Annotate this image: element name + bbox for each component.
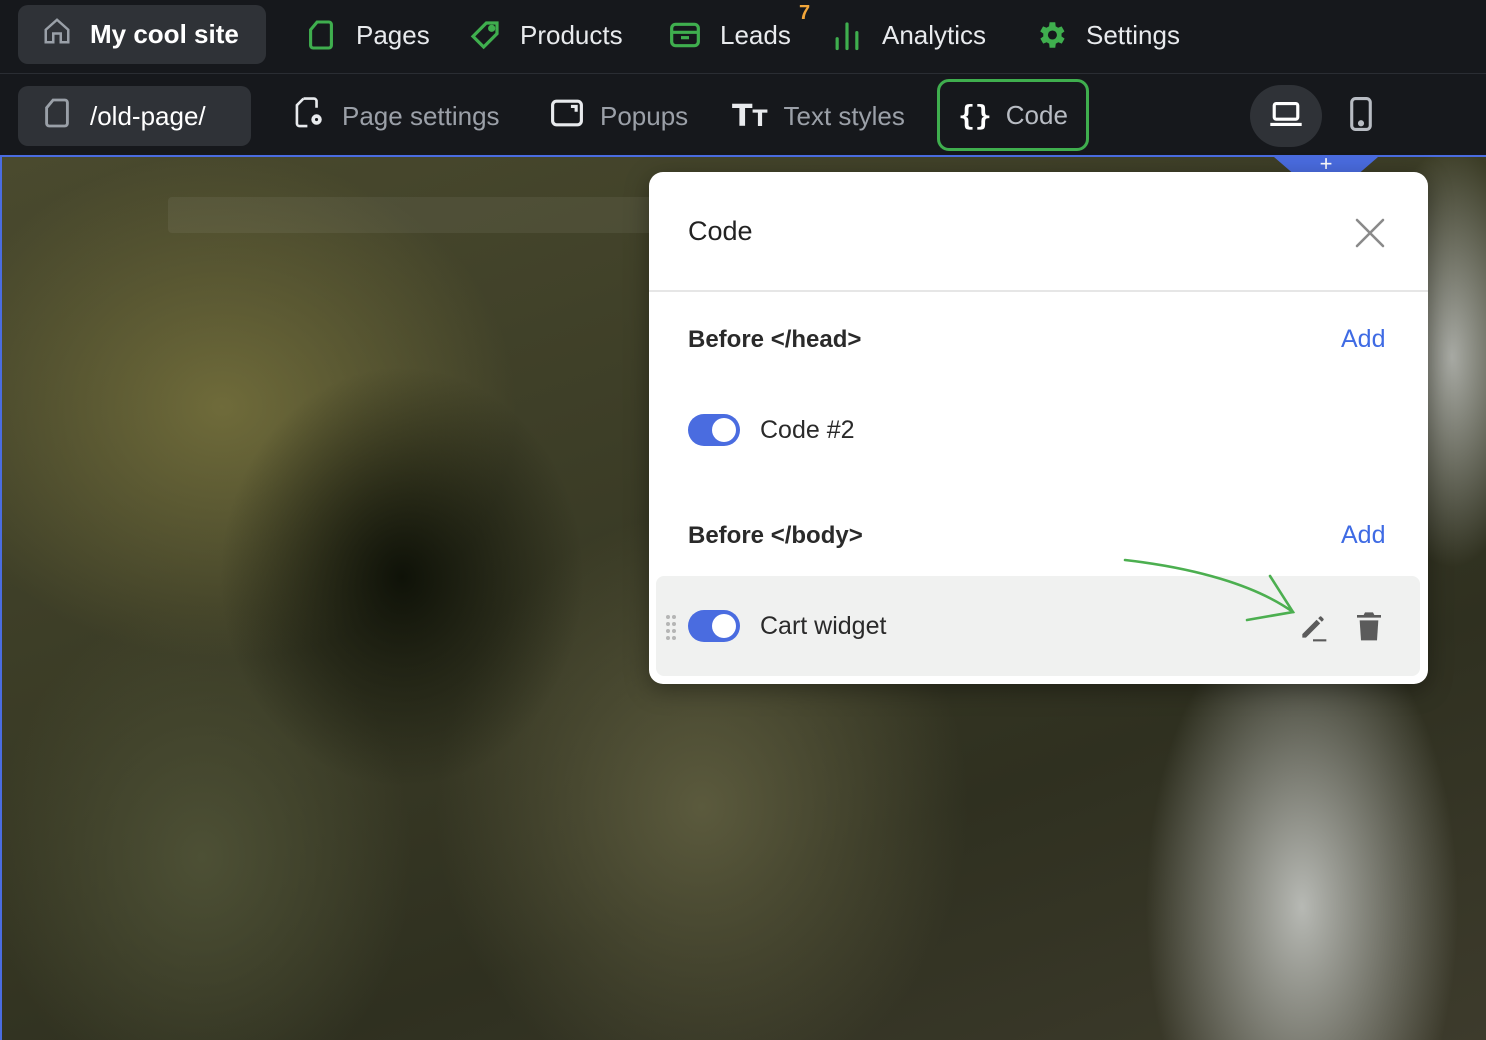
popup-icon xyxy=(550,98,584,135)
page-path: /old-page/ xyxy=(90,100,206,131)
tag-icon xyxy=(468,18,502,52)
nav-analytics-label: Analytics xyxy=(882,19,987,50)
code-2-toggle[interactable] xyxy=(688,414,740,446)
trash-icon xyxy=(1357,612,1381,641)
inbox-icon xyxy=(668,18,702,52)
editor-toolbar: /old-page/ Page settings Popups TT Text … xyxy=(0,75,1486,155)
nav-leads-label: Leads xyxy=(720,19,791,50)
dialog-divider xyxy=(649,290,1428,292)
add-head-code-link[interactable]: Add xyxy=(1341,325,1385,354)
cart-widget-toggle[interactable] xyxy=(688,610,740,642)
add-body-code-link[interactable]: Add xyxy=(1341,521,1385,550)
top-navigation: My cool site Pages Products Leads 7 Anal… xyxy=(0,0,1486,74)
dialog-title: Code xyxy=(688,216,753,246)
code-tab-label: Code xyxy=(1005,99,1068,130)
code-dialog: Code Before </head> Add Code #2 Before <… xyxy=(649,172,1428,684)
popups-button[interactable]: Popups xyxy=(550,91,688,141)
mobile-view-toggle[interactable] xyxy=(1328,85,1394,147)
bar-chart-icon xyxy=(830,18,864,52)
canvas-overlay-strip xyxy=(168,197,658,233)
page-settings-icon xyxy=(294,96,326,137)
page-settings-label: Page settings xyxy=(342,100,500,131)
page-icon xyxy=(44,97,70,136)
cart-widget-label: Cart widget xyxy=(760,612,887,640)
nav-analytics[interactable]: Analytics xyxy=(830,10,986,60)
phone-icon xyxy=(1350,96,1372,136)
code-2-label: Code #2 xyxy=(760,416,855,444)
popups-label: Popups xyxy=(600,100,689,131)
nav-pages[interactable]: Pages xyxy=(304,10,430,60)
pencil-icon xyxy=(1302,616,1327,642)
nav-products[interactable]: Products xyxy=(468,10,623,60)
text-styles-button[interactable]: TT Text styles xyxy=(732,91,905,141)
drag-handle-icon[interactable] xyxy=(665,614,677,642)
braces-icon: {} xyxy=(958,98,992,132)
section-before-head-label: Before </head> xyxy=(688,326,862,353)
laptop-icon xyxy=(1269,100,1303,133)
current-page-button[interactable]: /old-page/ xyxy=(18,86,251,146)
leads-count-badge: 7 xyxy=(799,2,811,24)
nav-products-label: Products xyxy=(520,19,623,50)
edit-button[interactable] xyxy=(1297,611,1329,643)
close-button[interactable] xyxy=(1353,216,1387,250)
site-name: My cool site xyxy=(90,19,239,49)
gear-icon xyxy=(1034,18,1068,52)
text-styles-label: Text styles xyxy=(783,100,905,131)
site-switcher-button[interactable]: My cool site xyxy=(18,5,266,64)
nav-settings[interactable]: Settings xyxy=(1034,10,1180,60)
nav-settings-label: Settings xyxy=(1086,19,1180,50)
nav-pages-label: Pages xyxy=(356,19,430,50)
section-before-body-label: Before </body> xyxy=(688,522,863,549)
close-icon xyxy=(1355,218,1385,248)
text-styles-icon: TT xyxy=(732,98,768,134)
page-icon xyxy=(304,18,338,52)
home-icon xyxy=(42,16,72,53)
code-tab[interactable]: {} Code xyxy=(937,79,1089,151)
delete-button[interactable] xyxy=(1355,611,1383,643)
nav-leads[interactable]: Leads xyxy=(668,10,791,60)
page-settings-button[interactable]: Page settings xyxy=(294,91,500,141)
desktop-view-toggle[interactable] xyxy=(1250,85,1322,147)
